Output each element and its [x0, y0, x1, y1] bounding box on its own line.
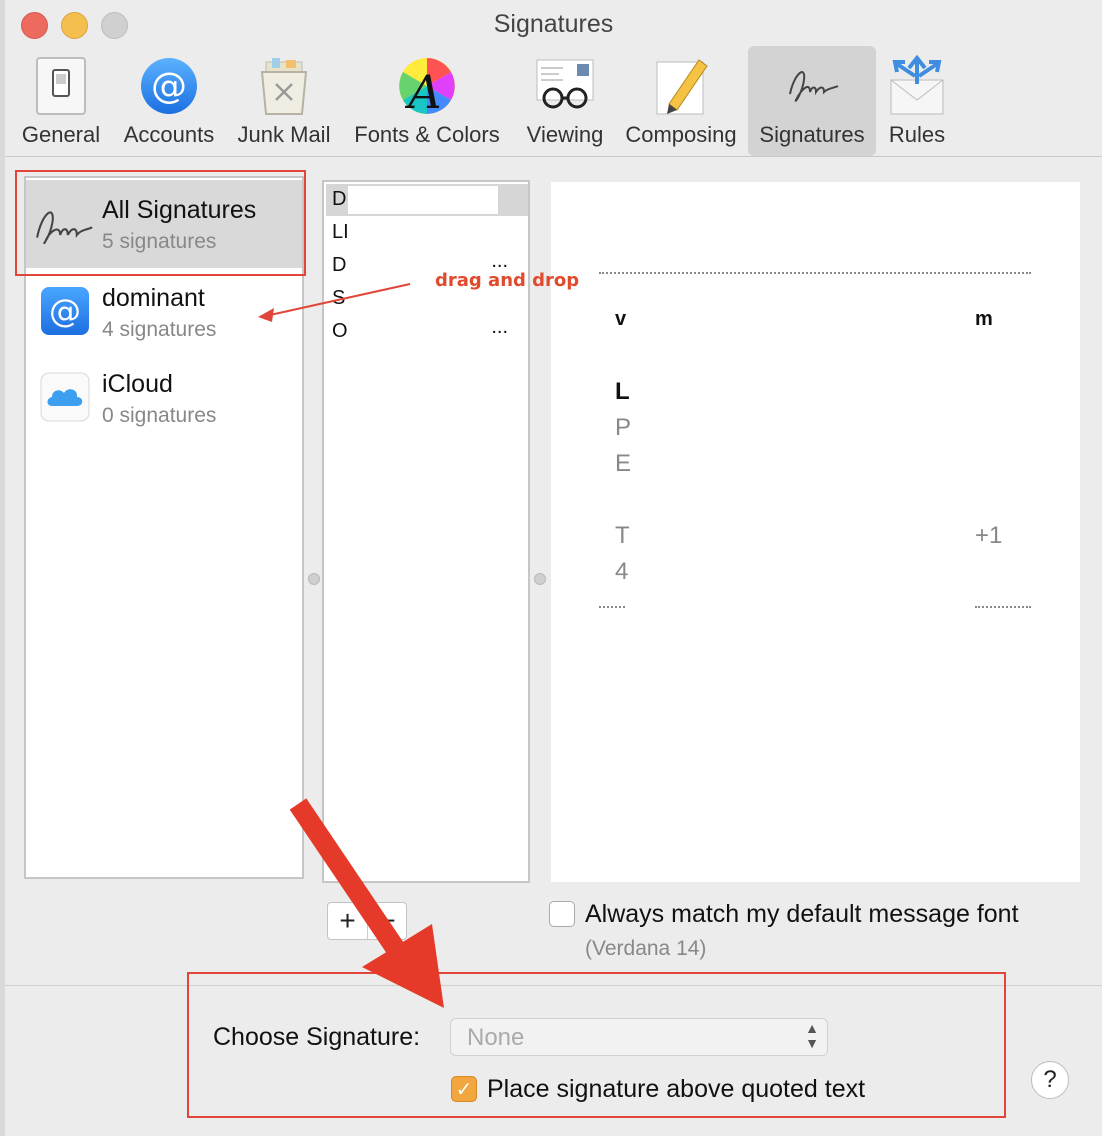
annotation-box-all-signatures — [15, 170, 306, 276]
icloud-icon — [40, 372, 90, 422]
annotation-box-options — [187, 972, 1006, 1118]
add-remove-segment: + − — [327, 902, 407, 940]
tab-signatures[interactable]: Signatures — [748, 46, 876, 156]
preview-fragment: +1 — [975, 522, 1003, 549]
general-switch-icon — [36, 57, 86, 115]
preview-dotted-rule — [599, 272, 1031, 274]
account-name: dominant — [102, 284, 205, 312]
preview-fragment: T — [615, 522, 630, 549]
account-row-icloud[interactable]: iCloud 0 signatures — [26, 354, 302, 442]
signature-name: D — [332, 188, 347, 210]
account-name: iCloud — [102, 370, 173, 398]
svg-text:@: @ — [151, 66, 187, 107]
match-font-checkbox[interactable] — [549, 901, 575, 927]
tab-junk-mail[interactable]: Junk Mail — [229, 46, 339, 156]
preview-fragment: m — [975, 308, 993, 330]
signature-ellipsis: ... — [491, 316, 508, 338]
help-button[interactable]: ? — [1031, 1061, 1069, 1099]
signature-preview[interactable]: v m L P E T +1 4 — [551, 182, 1080, 882]
signature-name: O — [332, 320, 348, 342]
account-signature-count: 4 signatures — [102, 318, 217, 341]
svg-text:A: A — [404, 65, 441, 118]
tab-label: Viewing — [526, 122, 604, 147]
add-signature-button[interactable]: + — [328, 903, 368, 939]
preview-fragment: 4 — [615, 558, 629, 585]
signature-icon — [789, 71, 839, 102]
tab-label: Signatures — [759, 122, 865, 147]
tab-label: Junk Mail — [237, 122, 331, 147]
glasses-icon — [536, 59, 594, 109]
tab-label: Rules — [888, 122, 946, 147]
signature-item[interactable]: LI — [330, 217, 526, 249]
title-bar: Signatures — [5, 0, 1102, 50]
preferences-toolbar: General @ Accounts Junk Mail A Fonts & C… — [5, 46, 1102, 156]
preview-fragment: E — [615, 450, 632, 477]
tab-label: Fonts & Colors — [354, 122, 500, 147]
at-sign-icon: @ — [41, 287, 89, 335]
preview-fragment: P — [615, 414, 632, 441]
mail-preferences-window: Signatures General @ Accounts Junk Mail … — [0, 0, 1102, 1136]
desktop-edge — [0, 0, 5, 1136]
rules-envelope-icon — [890, 54, 944, 115]
signature-name: D — [332, 254, 347, 276]
annotation-text: drag and drop — [435, 270, 580, 291]
pencil-paper-icon — [656, 59, 708, 115]
split-view-handle[interactable] — [534, 573, 546, 585]
tab-composing[interactable]: Composing — [617, 46, 745, 156]
match-font-label: Always match my default message font — [585, 900, 1019, 928]
font-color-wheel-icon: A — [399, 58, 455, 118]
split-view-handle[interactable] — [308, 573, 320, 585]
tab-label: Composing — [625, 122, 737, 147]
tab-label: General — [21, 122, 101, 147]
tab-label: Accounts — [123, 122, 215, 147]
match-font-sublabel: (Verdana 14) — [585, 937, 707, 960]
preview-dotted-rule — [599, 606, 625, 608]
signature-item[interactable]: O ... — [330, 316, 526, 348]
preview-fragment: L — [615, 378, 630, 405]
signature-name: S — [332, 287, 346, 309]
at-sign-icon: @ — [141, 58, 197, 114]
tab-accounts[interactable]: @ Accounts — [113, 46, 225, 156]
account-row-dominant[interactable]: @ dominant 4 signatures — [26, 268, 302, 356]
preview-fragment: v — [615, 308, 627, 330]
signature-item[interactable]: D — [326, 184, 528, 216]
account-signature-count: 0 signatures — [102, 404, 217, 427]
svg-text:@: @ — [49, 292, 81, 330]
signature-accounts-list[interactable]: All Signatures 5 signatures @ dominant 4… — [24, 176, 304, 879]
remove-signature-button[interactable]: − — [368, 903, 407, 939]
window-title: Signatures — [493, 10, 614, 38]
redacted-name-area — [348, 186, 498, 214]
tab-general[interactable]: General — [15, 46, 107, 156]
junk-trash-icon — [260, 58, 308, 115]
tab-fonts-colors[interactable]: A Fonts & Colors — [345, 46, 509, 156]
preview-dotted-rule — [975, 606, 1031, 608]
signature-name: LI — [332, 221, 349, 243]
toolbar-divider — [5, 156, 1102, 157]
tab-viewing[interactable]: Viewing — [515, 46, 615, 156]
tab-rules[interactable]: Rules — [879, 46, 955, 156]
